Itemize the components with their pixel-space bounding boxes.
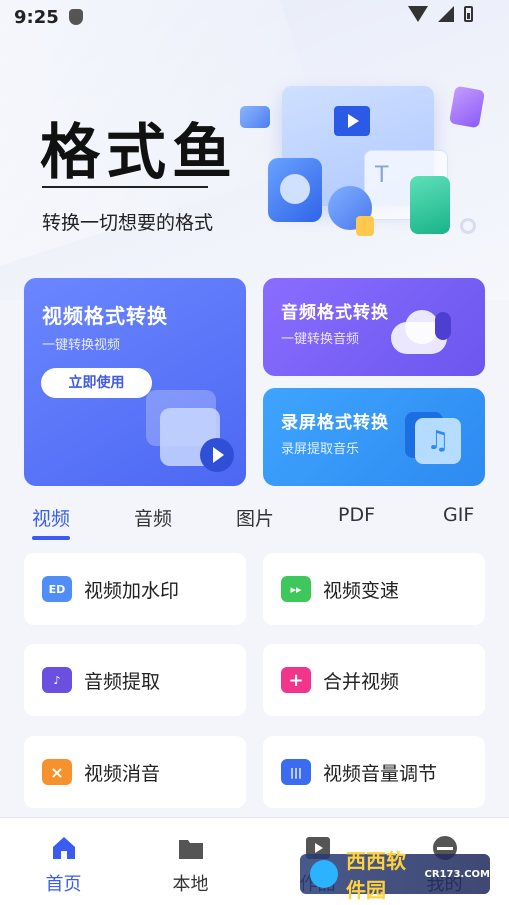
volume-adjust-icon: ||| — [281, 759, 311, 785]
status-time: 9:25 — [14, 6, 59, 28]
nav-local[interactable]: 本地 — [127, 818, 254, 905]
tool-video-speed[interactable]: ▸▸ 视频变速 — [263, 553, 485, 625]
app-title: 格式鱼 — [40, 118, 238, 188]
audio-extract-icon: ♪ — [42, 667, 72, 693]
play-icon — [200, 438, 234, 472]
tool-label: 视频消音 — [84, 762, 161, 785]
folder-icon — [179, 840, 203, 859]
tab-audio[interactable]: 音频 — [134, 504, 172, 531]
signal-icon — [438, 6, 454, 22]
shield-icon — [68, 9, 83, 25]
tab-image[interactable]: 图片 — [236, 504, 274, 531]
mute-icon: × — [42, 759, 72, 785]
tab-video[interactable]: 视频 — [32, 504, 70, 531]
play-icon — [334, 106, 370, 136]
audio-convert-card[interactable]: 音频格式转换 一键转换音频 — [263, 278, 485, 376]
tool-label: 音频提取 — [84, 670, 161, 693]
card-subtitle: 一键转换视频 — [42, 338, 121, 353]
battery-icon — [464, 6, 473, 22]
watermark-text: 西西软件园 — [346, 849, 406, 902]
music-file-icon: ♫ — [405, 412, 461, 466]
app-slogan: 转换一切想要的格式 — [42, 212, 214, 234]
tab-indicator — [32, 536, 70, 540]
home-icon — [53, 837, 75, 859]
card-subtitle: 一键转换音频 — [281, 332, 360, 347]
ring-decoration — [460, 218, 476, 234]
card-title: 音频格式转换 — [281, 303, 389, 323]
tool-label: 合并视频 — [323, 670, 400, 693]
tool-label: 视频加水印 — [84, 579, 180, 602]
tool-label: 视频变速 — [323, 579, 400, 602]
video-file-icon — [136, 390, 236, 474]
category-tabs: 视频 音频 图片 PDF GIF — [0, 500, 509, 542]
title-divider — [42, 186, 208, 188]
music-note-icon — [356, 216, 374, 236]
tool-video-watermark[interactable]: ED 视频加水印 — [24, 553, 246, 625]
card-title: 视频格式转换 — [42, 304, 168, 328]
watermark-logo-icon — [310, 860, 338, 888]
watermark-sub: CR173.COM — [424, 868, 490, 880]
camera-icon — [240, 106, 270, 128]
nav-home[interactable]: 首页 — [0, 818, 127, 905]
status-bar: 9:25 — [0, 0, 509, 34]
screen-record-convert-card[interactable]: 录屏格式转换 录屏提取音乐 ♫ — [263, 388, 485, 486]
hero-illustration: T — [240, 78, 490, 268]
video-convert-card[interactable]: 视频格式转换 一键转换视频 立即使用 — [24, 278, 246, 486]
site-watermark: 西西软件园 CR173.COM — [300, 849, 490, 902]
tool-volume-adjust[interactable]: ||| 视频音量调节 — [263, 736, 485, 808]
cloud-microphone-icon — [391, 308, 463, 356]
merge-video-icon: + — [281, 667, 311, 693]
card-title: 录屏格式转换 — [281, 413, 389, 433]
tool-merge-video[interactable]: + 合并视频 — [263, 644, 485, 716]
wifi-icon — [408, 6, 428, 22]
watermark-icon: ED — [42, 576, 72, 602]
tool-video-mute[interactable]: × 视频消音 — [24, 736, 246, 808]
tool-label: 视频音量调节 — [323, 762, 438, 785]
hero-banner: T 格式鱼 转换一切想要的格式 — [0, 0, 509, 300]
scissors-icon — [448, 85, 486, 129]
nav-label: 本地 — [172, 874, 209, 895]
tab-gif[interactable]: GIF — [443, 504, 474, 526]
nav-label: 首页 — [45, 874, 82, 895]
card-subtitle: 录屏提取音乐 — [281, 442, 360, 457]
disc-icon — [268, 158, 322, 222]
speed-icon: ▸▸ — [281, 576, 311, 602]
tool-audio-extract[interactable]: ♪ 音频提取 — [24, 644, 246, 716]
convert-arrows-icon — [410, 176, 450, 234]
tab-pdf[interactable]: PDF — [338, 504, 375, 526]
